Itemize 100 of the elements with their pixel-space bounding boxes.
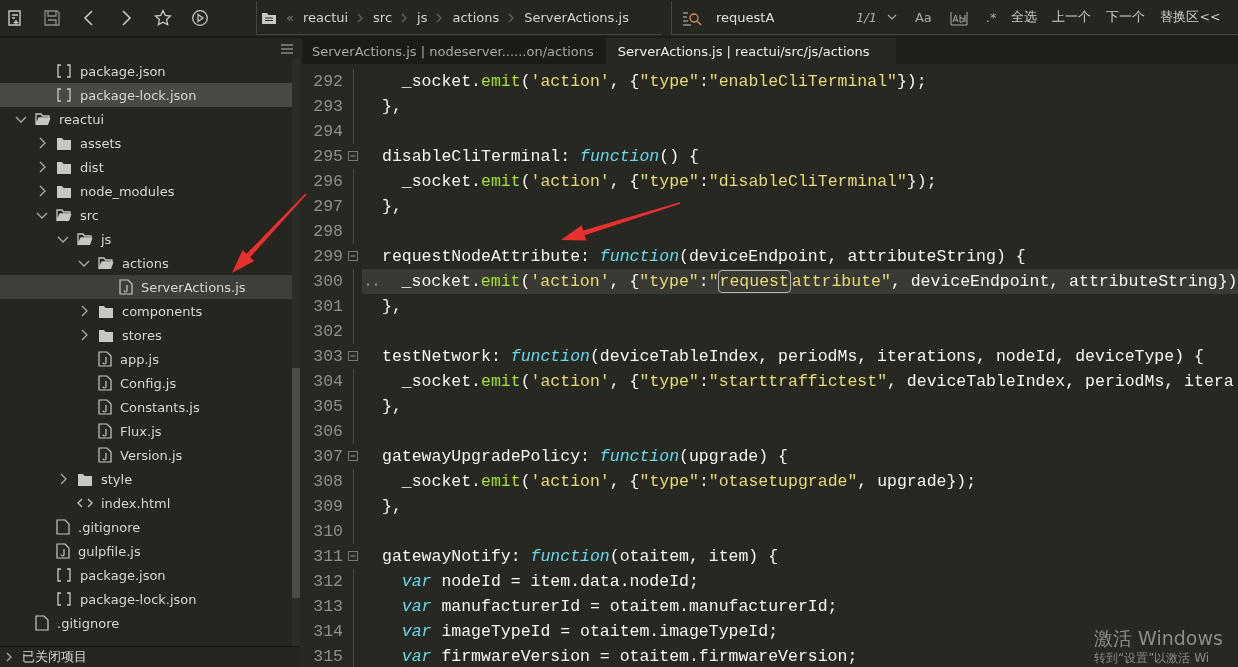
brackets-icon [56, 567, 72, 583]
whole-word-icon[interactable] [949, 9, 968, 26]
play-icon[interactable] [191, 9, 209, 27]
code-line: }, [381, 396, 402, 418]
tree-item[interactable]: Config.js [0, 371, 292, 395]
breadcrumb-item[interactable]: ServerActions.js [524, 10, 629, 25]
closed-projects-header[interactable]: 已关闭项目 [22, 648, 87, 666]
tree-item[interactable]: node_modules [0, 179, 292, 203]
tree-item[interactable]: assets [0, 131, 292, 155]
chevron-icon [508, 12, 516, 23]
activation-notice-title: 激活 Windows [1094, 626, 1224, 650]
search-action-button[interactable]: 下一个 [1106, 9, 1146, 26]
line-number: 305 [312, 397, 343, 416]
search-field[interactable]: requestA [716, 10, 834, 25]
brackets-icon [56, 63, 72, 79]
chevron-icon [436, 12, 444, 23]
tree-item[interactable]: .gitignore [0, 611, 292, 635]
breadcrumb-item[interactable]: src [373, 10, 393, 25]
save-icon[interactable] [43, 9, 61, 27]
tree-item[interactable]: actions [0, 251, 292, 275]
tree-item[interactable]: package-lock.json [0, 83, 292, 107]
search-action-button[interactable]: 上一个 [1052, 9, 1092, 26]
breadcrumb-overflow[interactable]: « [286, 10, 294, 25]
editor-tab[interactable]: ServerActions.js | nodeserver......on/actions [302, 38, 604, 64]
line-number: 296 [312, 172, 343, 191]
fold-toggle-icon[interactable] [348, 251, 358, 261]
tree-item[interactable]: gulpfile.js [0, 539, 292, 563]
code-line: _socket.emit('action', {"type":"otasetupgrade", upgrade}); [400, 471, 977, 493]
tree-item[interactable]: stores [0, 323, 292, 347]
tree-item[interactable]: index.html [0, 491, 292, 515]
line-number: 302 [312, 322, 343, 341]
scrollbar[interactable] [292, 59, 300, 646]
open-folder-icon [98, 256, 114, 270]
open-folder-icon [35, 112, 51, 126]
js-file-icon [56, 543, 70, 559]
line-number: 315 [312, 647, 343, 666]
js-file-icon [119, 279, 133, 295]
breadcrumb-item[interactable]: actions [452, 10, 500, 25]
activation-notice-hint: 转到“设置”以激活 Wi [1094, 650, 1211, 666]
code-line: _socket.emit('action', {"type":"disableCliTerminal"}); [400, 171, 937, 193]
match-case-toggle[interactable]: Aa [914, 10, 932, 25]
brackets-icon [56, 591, 72, 607]
fold-toggle-icon[interactable] [348, 451, 358, 461]
line-number: 311 [312, 547, 343, 566]
line-number: 295 [312, 147, 343, 166]
menu-icon[interactable] [280, 42, 294, 55]
chevron-right-icon[interactable] [4, 652, 14, 662]
tree-item[interactable]: src [0, 203, 292, 227]
new-file-icon[interactable] [6, 9, 24, 27]
star-icon[interactable] [154, 9, 172, 27]
tree-item[interactable]: .gitignore [0, 515, 292, 539]
scrollbar-thumb[interactable] [292, 368, 300, 598]
tree-item[interactable]: app.js [0, 347, 292, 371]
code-line: var nodeId = item.data.nodeId; [400, 571, 699, 593]
code-line: gatewayUpgradePolicy: function(upgrade) { [381, 446, 788, 468]
tree-item[interactable]: dist [0, 155, 292, 179]
tree-item[interactable]: style [0, 467, 292, 491]
fold-toggle-icon[interactable] [348, 151, 358, 161]
line-number: 309 [312, 497, 343, 516]
tree-item[interactable]: package.json [0, 563, 292, 587]
code-line: }, [381, 296, 402, 318]
tree-item[interactable]: Constants.js [0, 395, 292, 419]
tree-item[interactable]: package-lock.json [0, 587, 292, 611]
tree-item[interactable]: reactui [0, 107, 292, 131]
brackets-icon [56, 87, 72, 103]
folder-icon [56, 136, 72, 150]
fold-toggle-icon[interactable] [348, 351, 358, 361]
js-file-icon [98, 399, 112, 415]
tree-item[interactable]: Version.js [0, 443, 292, 467]
open-folder-icon [56, 208, 72, 222]
line-number: 298 [312, 222, 343, 241]
line-number: 312 [312, 572, 343, 591]
code-line: var imageTypeId = otaitem.imageTypeId; [400, 621, 779, 643]
fold-toggle-icon[interactable] [348, 551, 358, 561]
line-number: 314 [312, 622, 343, 641]
folder-icon [261, 10, 277, 25]
code-file-icon [77, 497, 93, 509]
line-number: 308 [312, 472, 343, 491]
js-file-icon [98, 351, 112, 367]
search-action-button[interactable]: 全选 [1011, 9, 1038, 26]
tree-item[interactable]: components [0, 299, 292, 323]
line-number: 293 [312, 97, 343, 116]
tree-item[interactable]: Flux.js [0, 419, 292, 443]
line-number: 294 [312, 122, 343, 141]
chevron-icon [357, 12, 365, 23]
folder-icon [56, 160, 72, 174]
file-icon [35, 615, 49, 631]
search-action-button[interactable]: 替换区<< [1160, 9, 1221, 26]
breadcrumb-item[interactable]: js [417, 10, 428, 25]
tree-item[interactable]: js [0, 227, 292, 251]
line-number: 299 [312, 247, 343, 266]
editor-tab[interactable]: ServerActions.js | reactui/src/js/actions [605, 38, 896, 64]
code-line: }, [381, 496, 402, 518]
regex-toggle[interactable]: .* [985, 10, 997, 25]
code-line: var firmwareVersion = otaitem.firmwareVersion; [400, 646, 858, 667]
tree-item[interactable]: package.json [0, 59, 292, 83]
tree-item[interactable]: ServerActions.js [0, 275, 292, 299]
breadcrumb-item[interactable]: reactui [302, 10, 349, 25]
code-line: }, [381, 96, 402, 118]
caret-icon[interactable] [886, 14, 897, 21]
